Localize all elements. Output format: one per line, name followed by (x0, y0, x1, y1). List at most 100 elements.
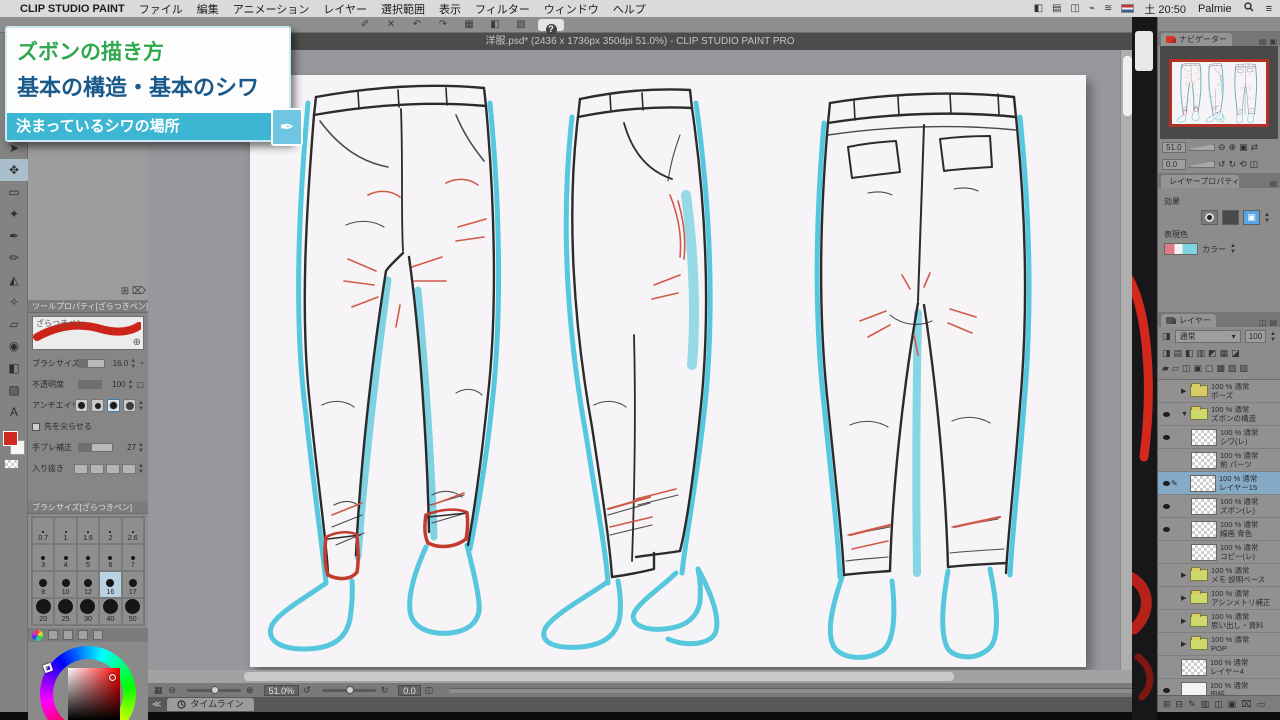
layer-row[interactable]: ▶ 100 % 通常 POP (1158, 633, 1280, 656)
navigator-zoom-value[interactable]: 51.0 (1162, 142, 1186, 153)
brush-size-cell[interactable]: 6 (99, 544, 122, 571)
add-subtool-icon[interactable]: ⊞ (121, 286, 129, 297)
mixing-palette-tab-icon[interactable] (93, 630, 103, 640)
new-folder-icon[interactable]: ◫ (1182, 363, 1191, 374)
footer-mask-icon[interactable]: ▣ (1228, 699, 1237, 710)
menu-filter[interactable]: フィルター (475, 1, 530, 17)
navigator-tab[interactable]: ナビゲーター (1161, 33, 1232, 46)
inout-option[interactable] (90, 463, 105, 474)
text-tool-icon[interactable]: A (0, 401, 28, 423)
tool-preview[interactable]: ざらつきペン ⊕ (32, 316, 144, 350)
menu-user-label[interactable]: Palmie (1198, 3, 1232, 15)
zoom-value[interactable]: 51.0% (263, 684, 300, 696)
antialias-stepper[interactable]: ▲ ▼ (138, 400, 144, 412)
layer-ruler-icon[interactable]: ◪ (1231, 348, 1240, 359)
menu-clock[interactable]: 土 20:50 (1144, 1, 1186, 17)
navigator-collapse-icon[interactable]: ▣ (1269, 37, 1277, 46)
help-button[interactable]: ? (538, 18, 564, 35)
fill-icon[interactable]: ◧ (486, 19, 504, 31)
brush-size-cell[interactable]: 0.7 (32, 517, 55, 544)
brush-size-stepper[interactable]: ▲ ▼ (130, 358, 136, 370)
layer-row[interactable]: ▶ 100 % 通常 メモ 説明ベース (1158, 564, 1280, 587)
antialias-middle[interactable] (107, 399, 121, 412)
nav-rotate-right-icon[interactable]: ↻ (1229, 159, 1237, 170)
brush-size-panel-header[interactable]: ブラシサイズ[ざらつきペン] (28, 501, 148, 514)
footer-new-layer-icon[interactable]: ⊞ (1163, 699, 1171, 710)
expression-color-swatch[interactable] (1164, 243, 1198, 255)
antialias-strong[interactable] (123, 399, 137, 412)
color-slider-tab-icon[interactable] (48, 630, 58, 640)
footer-merge-icon[interactable]: ◫ (1214, 699, 1223, 710)
rotate-value[interactable]: 0.0 (398, 684, 421, 696)
stabilize-stepper[interactable]: ▲ ▼ (138, 442, 144, 454)
status-icon-2[interactable]: ▤ (1052, 3, 1061, 14)
folder-caret-icon[interactable]: ▶ (1181, 640, 1190, 648)
layer-row[interactable]: 100 % 通常 用紙 (1158, 679, 1280, 695)
nav-flip-icon[interactable]: ⇄ (1251, 142, 1259, 153)
airbrush-tool-icon[interactable]: ✧ (0, 291, 28, 313)
inout-option[interactable] (122, 463, 137, 474)
stabilize-value[interactable]: 27 (116, 443, 136, 452)
nav-reset-icon[interactable]: ⟲ (1239, 159, 1247, 170)
brush-size-cell[interactable]: 4 (54, 544, 77, 571)
merge-layer-icon[interactable]: ▢ (1205, 363, 1214, 374)
layer-search-tab-icon[interactable]: ◫ (1259, 318, 1267, 327)
navigator-view-frame[interactable] (1169, 58, 1269, 127)
document-title-bar[interactable]: 洋服.psd* (2436 x 1736px 350dpi 51.0%) - C… (148, 33, 1132, 50)
undo-icon[interactable]: ↶ (408, 19, 426, 31)
brush-control-icon[interactable]: ✐ (356, 19, 374, 31)
app-menu-title[interactable]: CLIP STUDIO PAINT (20, 3, 125, 15)
brush-tool-icon[interactable]: ◭ (0, 269, 28, 291)
footer-delete-icon[interactable]: ⌧ (1241, 699, 1251, 710)
folder-caret-icon[interactable]: ▶ (1181, 594, 1190, 602)
transparent-color-swatch[interactable] (4, 459, 19, 469)
visibility-eye-icon[interactable] (1161, 433, 1171, 442)
menu-help[interactable]: ヘルプ (613, 1, 646, 17)
deselect-icon[interactable]: ▦ (460, 19, 478, 31)
blend-tool-icon[interactable]: ◉ (0, 335, 28, 357)
opacity-value[interactable]: 100 (105, 380, 125, 389)
nav-mirror-icon[interactable]: ◫ (1250, 159, 1259, 170)
border-effect-icon[interactable] (1201, 210, 1219, 225)
delete-subtool-icon[interactable]: ⌦ (132, 286, 146, 297)
color-history-tab-icon[interactable] (78, 630, 88, 640)
color-set-tab-icon[interactable] (63, 630, 73, 640)
layer-menu-icon[interactable]: ▤ (1269, 318, 1277, 327)
horizontal-scrollbar[interactable] (148, 670, 1132, 683)
layer-row[interactable]: ▶ 100 % 通常 アシンメトリ補正 (1158, 587, 1280, 610)
new-vector-layer-icon[interactable]: ▱ (1172, 363, 1179, 374)
folder-caret-icon[interactable]: ▼ (1181, 411, 1190, 418)
zoom-slider[interactable] (187, 685, 242, 694)
pen-tool-icon[interactable]: ✒ (0, 225, 28, 247)
effect-stepper[interactable]: ▲ ▼ (1264, 212, 1270, 224)
reset-view-icon[interactable]: ◫ (425, 685, 434, 696)
brush-size-cell[interactable]: 12 (76, 571, 100, 598)
antialias-none[interactable] (75, 399, 89, 412)
sv-picker[interactable] (109, 674, 116, 681)
footer-transfer-icon[interactable]: ▥ (1201, 699, 1210, 710)
footer-new-folder-icon[interactable]: ⊟ (1176, 699, 1184, 710)
menu-window[interactable]: ウィンドウ (544, 1, 599, 17)
gradient-tool-icon[interactable]: ▨ (0, 379, 28, 401)
timeline-tab[interactable]: タイムライン (167, 698, 254, 711)
autoselect-tool-icon[interactable]: ✦ (0, 203, 28, 225)
input-source-flag-icon[interactable] (1121, 4, 1135, 13)
menu-view[interactable]: 表示 (439, 1, 461, 17)
brush-size-cell[interactable]: 20 (32, 598, 55, 625)
inout-option[interactable] (74, 463, 89, 474)
navigator-menu-icon[interactable]: ▤ (1259, 37, 1267, 46)
layer-row[interactable]: 100 % 通常 ズボン(レ) (1158, 495, 1280, 518)
brush-size-dynamics-icon[interactable]: ◔ (139, 359, 144, 368)
layer-color-effect-icon[interactable]: ▣ (1243, 210, 1261, 225)
rotate-left-icon[interactable]: ↺ (303, 685, 311, 696)
apply-mask-icon[interactable]: ▨ (1228, 363, 1237, 374)
blend-mode-select[interactable]: 通常 ▾ (1174, 330, 1241, 343)
notification-center-icon[interactable]: ≡ (1266, 3, 1272, 15)
preview-magnifier-icon[interactable]: ⊕ (133, 337, 141, 348)
taper-checkbox[interactable] (32, 422, 40, 431)
brush-size-cell[interactable]: 1 (54, 517, 77, 544)
brush-size-cell[interactable]: 50 (121, 598, 144, 625)
horizontal-scroll-thumb[interactable] (244, 672, 954, 681)
opacity-dynamics-icon[interactable]: ▢ (136, 380, 144, 389)
rotate-right-icon[interactable]: ↻ (381, 685, 389, 696)
